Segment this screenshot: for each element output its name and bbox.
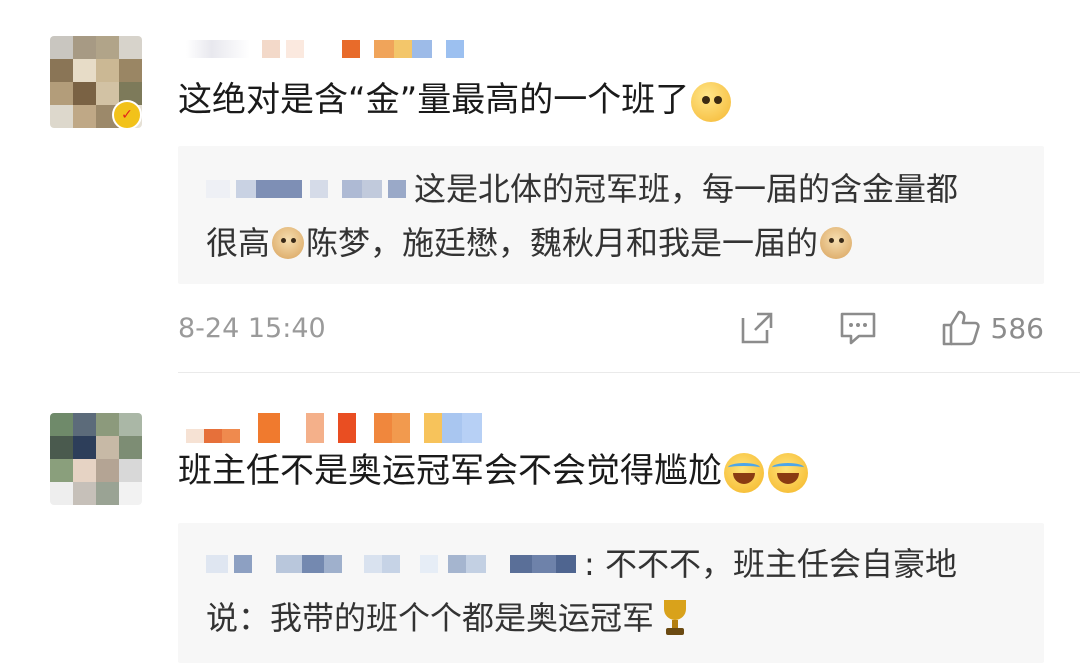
laugh-cry-emoji-icon xyxy=(768,452,808,493)
comment-item: ✓ 这绝对是含“金”量最高的一个班了 这是北体的冠军班，每一届的含金量都 很高 … xyxy=(0,0,1080,375)
reply-text-line2b: 陈梦，施廷懋，魏秋月和我是一届的 xyxy=(306,224,819,262)
comment-item: 班主任不是奥运冠军会不会觉得尴尬: 不不不，班主任会自豪地 说：我带的班个个都… xyxy=(0,375,1080,663)
share-button[interactable] xyxy=(739,310,775,346)
reply-text-line1: : 不不不，班主任会自豪地 xyxy=(584,545,957,583)
doge-emoji-icon xyxy=(272,227,305,259)
reply-box[interactable]: : 不不不，班主任会自豪地 说：我带的班个个都是奥运冠军 xyxy=(178,523,1044,663)
verified-badge-icon: ✓ xyxy=(112,100,142,130)
laugh-cry-emoji-icon xyxy=(724,452,764,493)
reply-text-line1: 这是北体的冠军班，每一届的含金量都 xyxy=(414,170,959,208)
reply-username-blurred[interactable] xyxy=(206,175,406,203)
reply-box[interactable]: 这是北体的冠军班，每一届的含金量都 很高 陈梦，施廷懋，魏秋月和我是一届的 xyxy=(178,146,1044,284)
comment-text-content: 这绝对是含“金”量最高的一个班了 xyxy=(178,80,690,120)
reply-text-line2a: 很高 xyxy=(206,224,271,262)
like-icon xyxy=(942,310,980,346)
weibo-comment-list: ✓ 这绝对是含“金”量最高的一个班了 这是北体的冠军班，每一届的含金量都 很高 … xyxy=(0,0,1080,663)
trophy-emoji-icon xyxy=(658,598,692,638)
comment-button[interactable] xyxy=(839,310,877,346)
doge-emoji-icon xyxy=(820,227,853,259)
comment-text: 这绝对是含“金”量最高的一个班了 xyxy=(178,78,733,122)
reply-username-blurred[interactable] xyxy=(206,550,576,578)
comment-icon xyxy=(840,312,875,345)
thinking-emoji-icon xyxy=(691,81,732,122)
like-button[interactable]: 586 xyxy=(941,309,1044,347)
username-blurred[interactable] xyxy=(186,413,482,443)
comment-meta: 8-24 15:40 586 xyxy=(178,306,1044,350)
comment-text-content: 班主任不是奥运冠军会不会觉得尴尬 xyxy=(178,451,722,491)
share-icon xyxy=(741,312,772,344)
like-count: 586 xyxy=(990,311,1044,345)
comment-text: 班主任不是奥运冠军会不会觉得尴尬 xyxy=(178,449,810,493)
timestamp: 8-24 15:40 xyxy=(178,312,326,344)
divider xyxy=(178,372,1080,373)
avatar[interactable] xyxy=(50,413,142,505)
username-blurred[interactable] xyxy=(186,40,464,58)
reply-text-line2: 说：我带的班个个都是奥运冠军 xyxy=(206,599,655,637)
